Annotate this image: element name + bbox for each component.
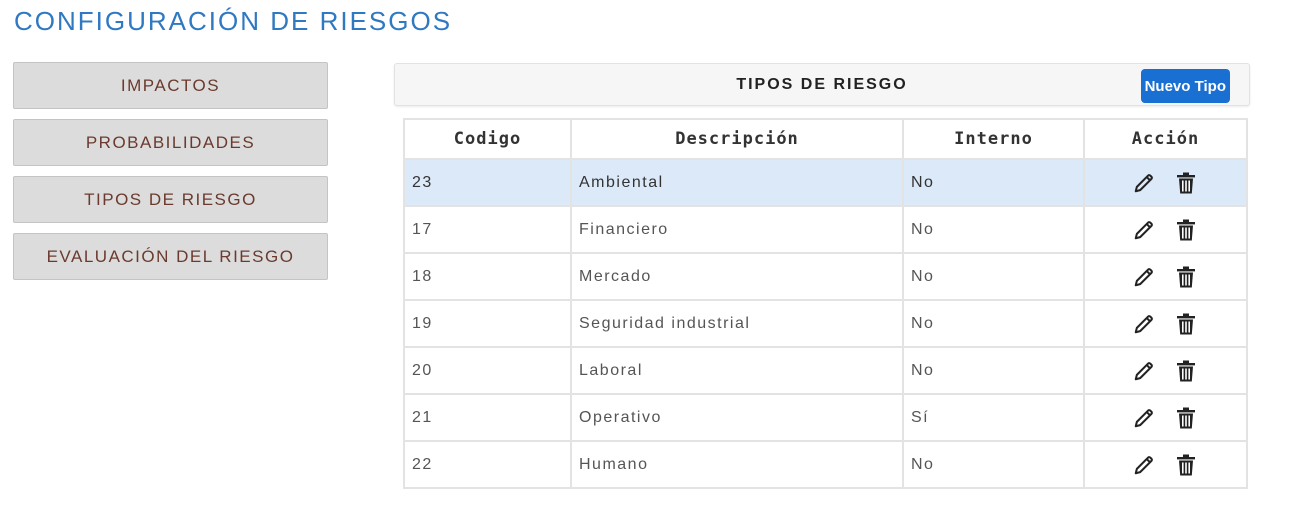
cell-codigo: 17 bbox=[405, 206, 572, 254]
cell-codigo: 23 bbox=[405, 159, 572, 207]
cell-interno: No bbox=[903, 441, 1085, 487]
cell-descripcion: Ambiental bbox=[571, 159, 904, 207]
sidebar-item-probabilidades[interactable]: PROBABILIDADES bbox=[13, 119, 328, 166]
cell-descripcion: Laboral bbox=[571, 347, 904, 395]
cell-interno: Sí bbox=[903, 394, 1085, 442]
table-row[interactable]: 20 Laboral No bbox=[405, 347, 1246, 395]
table-row[interactable]: 21 Operativo Sí bbox=[405, 394, 1246, 442]
cell-actions bbox=[1084, 253, 1246, 301]
pencil-icon[interactable] bbox=[1131, 358, 1157, 384]
cell-actions bbox=[1084, 347, 1246, 395]
table-header-row: Codigo Descripción Interno Acción bbox=[405, 120, 1246, 160]
page-title: CONFIGURACIÓN DE RIESGOS bbox=[14, 6, 453, 36]
column-header-descripcion[interactable]: Descripción bbox=[571, 120, 904, 160]
cell-descripcion: Financiero bbox=[571, 206, 904, 254]
cell-actions bbox=[1084, 441, 1246, 487]
risk-types-table: Codigo Descripción Interno Acción 23 Ambi… bbox=[403, 118, 1248, 489]
column-header-codigo[interactable]: Codigo bbox=[405, 120, 572, 160]
side-menu: IMPACTOS PROBABILIDADES TIPOS DE RIESGO … bbox=[13, 62, 328, 290]
cell-actions bbox=[1084, 394, 1246, 442]
trash-icon[interactable] bbox=[1173, 264, 1199, 290]
cell-descripcion: Seguridad industrial bbox=[571, 300, 904, 348]
column-header-accion: Acción bbox=[1084, 120, 1246, 160]
panel-header: TIPOS DE RIESGO Nuevo Tipo bbox=[394, 63, 1250, 106]
table-row[interactable]: 18 Mercado No bbox=[405, 253, 1246, 301]
table-row[interactable]: 22 Humano No bbox=[405, 441, 1246, 487]
table-row[interactable]: 17 Financiero No bbox=[405, 206, 1246, 254]
new-type-button[interactable]: Nuevo Tipo bbox=[1140, 69, 1230, 103]
panel-title: TIPOS DE RIESGO bbox=[736, 76, 908, 93]
column-header-interno[interactable]: Interno bbox=[903, 120, 1085, 160]
pencil-icon[interactable] bbox=[1131, 217, 1157, 243]
cell-descripcion: Operativo bbox=[571, 394, 904, 442]
cell-codigo: 21 bbox=[405, 394, 572, 442]
trash-icon[interactable] bbox=[1173, 217, 1199, 243]
sidebar-item-evaluacion-del-riesgo[interactable]: EVALUACIÓN DEL RIESGO bbox=[13, 233, 328, 280]
sidebar-item-tipos-de-riesgo[interactable]: TIPOS DE RIESGO bbox=[13, 176, 328, 223]
table-body: 23 Ambiental No 17 Financiero No 18 Mercado No 19… bbox=[405, 159, 1246, 487]
cell-codigo: 22 bbox=[405, 441, 572, 487]
sidebar-item-impactos[interactable]: IMPACTOS bbox=[13, 62, 328, 109]
pencil-icon[interactable] bbox=[1131, 452, 1157, 478]
cell-interno: No bbox=[903, 347, 1085, 395]
trash-icon[interactable] bbox=[1173, 170, 1199, 196]
trash-icon[interactable] bbox=[1173, 452, 1199, 478]
cell-descripcion: Mercado bbox=[571, 253, 904, 301]
cell-codigo: 20 bbox=[405, 347, 572, 395]
cell-interno: No bbox=[903, 253, 1085, 301]
pencil-icon[interactable] bbox=[1131, 170, 1157, 196]
table-row[interactable]: 23 Ambiental No bbox=[405, 159, 1246, 207]
cell-codigo: 19 bbox=[405, 300, 572, 348]
cell-actions bbox=[1084, 206, 1246, 254]
trash-icon[interactable] bbox=[1173, 405, 1199, 431]
cell-actions bbox=[1084, 300, 1246, 348]
cell-codigo: 18 bbox=[405, 253, 572, 301]
cell-descripcion: Humano bbox=[571, 441, 904, 487]
pencil-icon[interactable] bbox=[1131, 264, 1157, 290]
table-row[interactable]: 19 Seguridad industrial No bbox=[405, 300, 1246, 348]
pencil-icon[interactable] bbox=[1131, 405, 1157, 431]
cell-actions bbox=[1084, 159, 1246, 207]
cell-interno: No bbox=[903, 300, 1085, 348]
pencil-icon[interactable] bbox=[1131, 311, 1157, 337]
trash-icon[interactable] bbox=[1173, 311, 1199, 337]
trash-icon[interactable] bbox=[1173, 358, 1199, 384]
cell-interno: No bbox=[903, 206, 1085, 254]
cell-interno: No bbox=[903, 159, 1085, 207]
